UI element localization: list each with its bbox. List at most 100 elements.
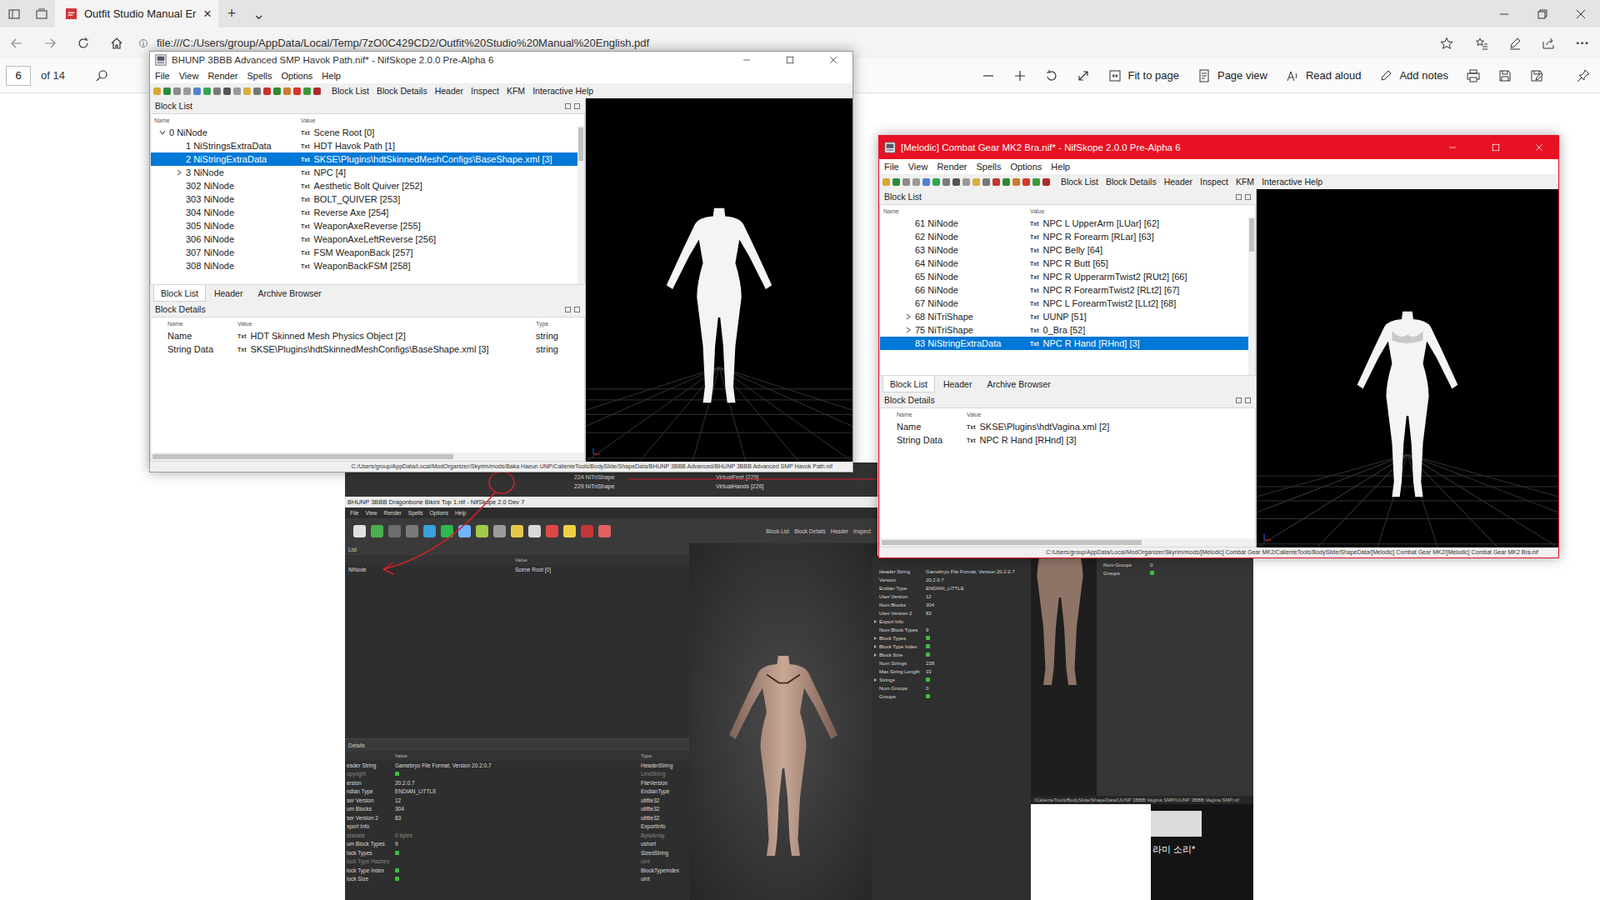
browser-tab[interactable]: Outfit Studio Manual Er × — [55, 0, 219, 28]
tool-icon[interactable] — [353, 525, 366, 538]
tool-icon[interactable] — [598, 525, 611, 538]
tool-icon[interactable] — [1012, 178, 1020, 186]
tool-icon[interactable] — [972, 178, 980, 186]
scrollbar[interactable] — [1248, 216, 1255, 375]
menu-item[interactable]: Options — [280, 70, 313, 81]
toolbar-tab[interactable]: Inspect — [470, 85, 500, 96]
block-row[interactable]: 302 NiNode TxtAesthetic Bolt Quiver [252… — [150, 179, 578, 193]
block-row[interactable]: 61 NiNode TxtNPC L UpperArm [LUar] [62] — [880, 216, 1249, 230]
tab-list-button[interactable]: ⌄ — [245, 0, 272, 28]
menu-item[interactable]: File — [350, 510, 359, 516]
minimize-button[interactable] — [727, 51, 766, 69]
tool-icon[interactable] — [370, 525, 384, 538]
scrollbar[interactable] — [577, 125, 585, 285]
block-row[interactable]: 64 NiNode TxtNPC R Butt [65] — [880, 256, 1249, 270]
tool-icon[interactable] — [233, 87, 241, 95]
rotate-icon[interactable] — [1045, 69, 1059, 83]
tool-icon[interactable] — [213, 87, 221, 95]
block-row[interactable]: 306 NiNode TxtWeaponAxeLeftReverse [256] — [150, 232, 578, 246]
block-row[interactable]: 66 NiNode TxtNPC R ForearmTwist2 [RLt2] … — [880, 283, 1249, 297]
menu-item[interactable]: Help — [321, 70, 341, 81]
details-row[interactable]: ser Version 12 ulittle32 — [345, 795, 690, 805]
toolbar-tab[interactable]: Inspect — [1200, 176, 1229, 187]
tool-icon[interactable] — [1042, 178, 1050, 186]
menu-item[interactable]: Help — [455, 510, 466, 516]
block-row[interactable]: 62 NiNode TxtNPC R Forearm [RLar] [63] — [880, 230, 1249, 244]
toolbar-tab[interactable]: Interactive Help — [532, 85, 594, 96]
share-button[interactable] — [1531, 27, 1565, 59]
tool-icon[interactable] — [153, 87, 161, 95]
block-row[interactable]: 3 NiNode TxtNPC [4] — [150, 165, 578, 180]
maximize-button[interactable] — [770, 51, 810, 69]
tab-preview-button[interactable] — [27, 0, 55, 28]
favorites-button[interactable] — [1465, 27, 1499, 59]
block-row[interactable]: 2 NiStringExtraData TxtSKSE\Plugins\hdtS… — [150, 152, 578, 166]
block-row[interactable]: 63 NiNode TxtNPC Belly [64] — [880, 243, 1249, 257]
header-row[interactable]: Header String Gamebryo File Format, Vers… — [872, 567, 1031, 576]
pdf-toolbar-button[interactable]: Fit to page — [1108, 69, 1180, 83]
minimize-button[interactable] — [1485, 0, 1524, 28]
refresh-button[interactable] — [66, 27, 100, 59]
details-row[interactable]: lock Types SizedString — [345, 848, 690, 858]
forward-button[interactable] — [33, 27, 67, 59]
block-row[interactable]: 303 NiNode TxtBOLT_QUIVER [253] — [150, 192, 578, 206]
details-row[interactable]: Name TxtSKSE\Plugins\hdtVagina.xml [2] — [880, 420, 1255, 434]
scrollbar[interactable] — [150, 452, 585, 461]
zoom-in-icon[interactable] — [1013, 69, 1027, 83]
block-row[interactable]: 83 NiStringExtraData TxtNPC R Hand [RHnd… — [880, 336, 1249, 350]
menu-item[interactable]: Spells — [408, 510, 424, 516]
search-icon[interactable] — [95, 69, 109, 83]
tool-icon[interactable] — [1022, 178, 1030, 186]
tool-icon[interactable] — [293, 87, 301, 95]
toolbar-tab[interactable]: Block List — [331, 85, 370, 96]
tab-preview-button[interactable] — [0, 0, 28, 28]
tool-icon[interactable] — [952, 178, 960, 186]
menu-item[interactable]: Render — [207, 70, 238, 81]
header-row[interactable]: User Version 2 83 — [872, 609, 1031, 618]
tool-icon[interactable] — [193, 87, 201, 95]
header-row[interactable]: Num Groups 0 — [1096, 560, 1254, 570]
header-row[interactable]: Groups — [872, 692, 1031, 701]
pane-tab[interactable]: Header — [207, 285, 250, 302]
tool-icon[interactable] — [932, 178, 940, 186]
tool-icon[interactable] — [982, 178, 990, 186]
tool-icon[interactable] — [458, 525, 471, 538]
tool-icon[interactable] — [203, 87, 211, 95]
details-row[interactable]: ersion 20.2.0.7 FileVersion — [345, 778, 690, 788]
new-tab-button[interactable]: + — [218, 0, 245, 28]
tool-icon[interactable] — [183, 87, 191, 95]
zoom-out-icon[interactable] — [981, 69, 995, 83]
expand-arrow-icon[interactable] — [874, 678, 877, 682]
toolbar-tab[interactable]: Header — [830, 528, 849, 535]
header-row[interactable]: Num Blocks 304 — [872, 600, 1031, 610]
expand-arrow-icon[interactable] — [874, 636, 877, 640]
maximize-button[interactable] — [1476, 135, 1515, 160]
scrollbar[interactable] — [880, 538, 1255, 547]
tool-icon[interactable] — [1002, 178, 1010, 186]
expand-arrow-icon[interactable] — [874, 645, 877, 649]
tool-icon[interactable] — [405, 525, 419, 538]
menu-item[interactable]: Render — [936, 161, 967, 172]
tool-icon[interactable] — [912, 178, 920, 186]
pane-tab[interactable]: Header — [936, 375, 979, 393]
toolbar-tab[interactable]: Inspect — [853, 528, 871, 535]
header-row[interactable]: Block Size — [872, 650, 1031, 660]
details-row[interactable]: eader String Gamebryo File Format, Versi… — [345, 760, 690, 770]
header-row[interactable]: Groups — [1096, 569, 1254, 578]
block-row[interactable]: 75 NiTriShape Txt0_Bra [52] — [880, 323, 1249, 337]
details-row[interactable]: lock Type Index BlockTypeIndex — [345, 865, 690, 875]
header-row[interactable]: Block Type Index — [872, 642, 1031, 651]
collapse-arrow-icon[interactable] — [157, 128, 168, 137]
details-row[interactable]: lock Size uint — [345, 875, 690, 885]
menu-item[interactable]: View — [365, 510, 377, 516]
close-button[interactable] — [1561, 0, 1600, 28]
details-row[interactable]: String Data TxtNPC R Hand [RHnd] [3] — [880, 433, 1255, 447]
pdf-toolbar-button[interactable]: Read aloud — [1285, 69, 1362, 83]
title-bar[interactable]: [Melodic] Combat Gear MK2 Bra.nif* - Nif… — [879, 135, 1559, 160]
tool-icon[interactable] — [475, 525, 489, 538]
tool-icon[interactable] — [563, 525, 576, 538]
minimize-button[interactable] — [1433, 135, 1472, 160]
menu-item[interactable]: File — [884, 161, 900, 172]
render-view[interactable] — [585, 98, 853, 462]
block-row[interactable]: 1 NiStringsExtraData TxtHDT Havok Path [… — [150, 139, 578, 153]
